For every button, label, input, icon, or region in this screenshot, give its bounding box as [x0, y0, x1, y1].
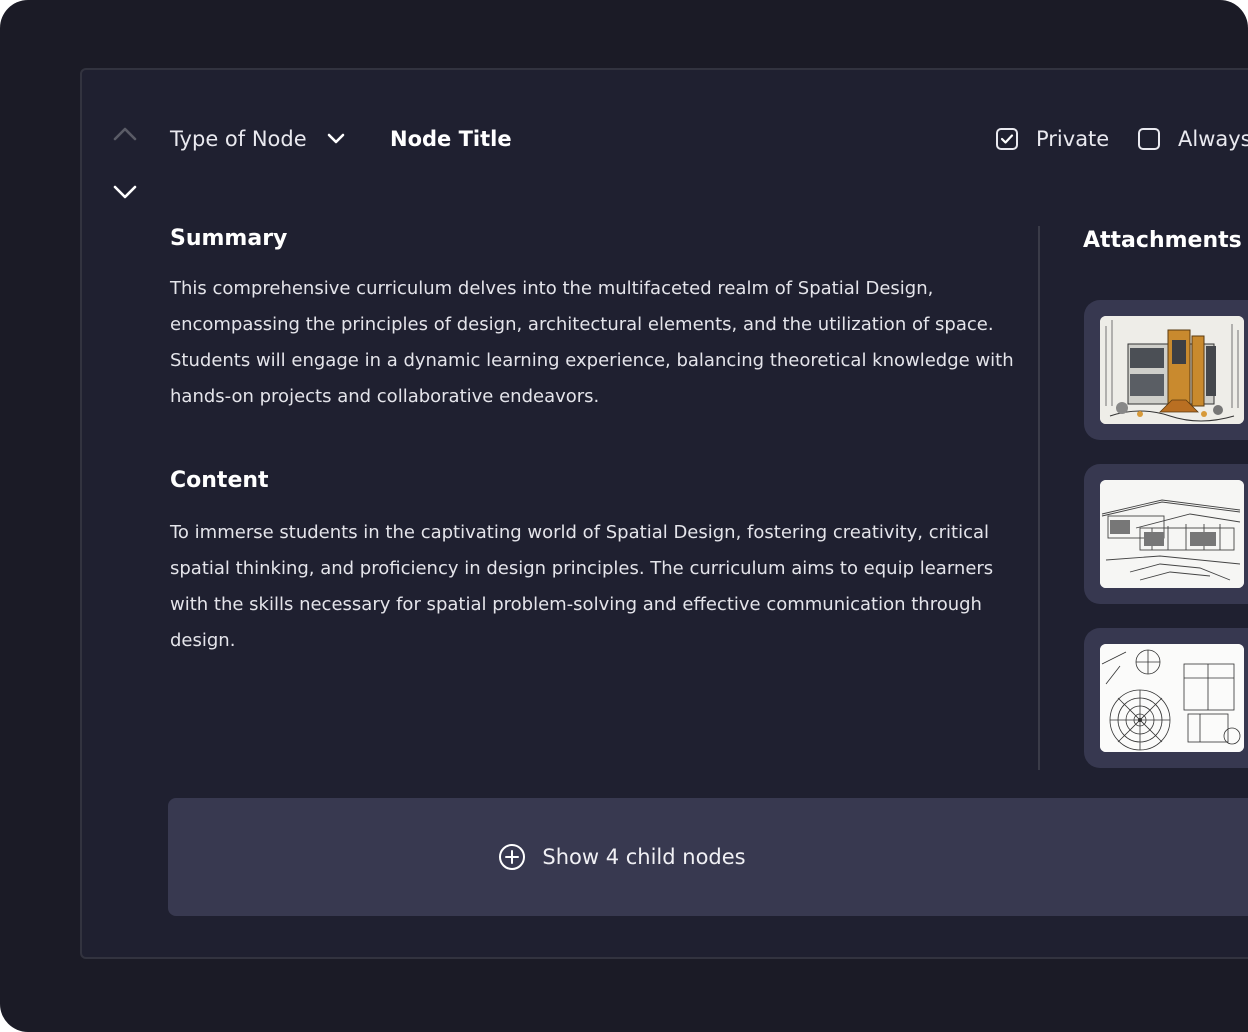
attachment-item[interactable]: [1084, 300, 1248, 440]
attachment-item[interactable]: [1084, 628, 1248, 768]
node-type-select[interactable]: Type of Node: [170, 122, 345, 156]
always-label: Always: [1178, 127, 1248, 151]
node-title[interactable]: Node Title: [390, 122, 512, 156]
vertical-divider: [1038, 226, 1040, 770]
plus-circle-icon: [498, 843, 526, 871]
chevron-up-icon: [113, 127, 137, 141]
attachments-heading: Attachments: [1083, 228, 1242, 253]
content-heading: Content: [170, 468, 269, 493]
private-checkbox[interactable]: Private: [996, 122, 1109, 156]
attachment-item[interactable]: [1084, 464, 1248, 604]
content-text[interactable]: To immerse students in the captivating w…: [170, 515, 1020, 659]
house-architecture-sketch-icon: [1100, 480, 1244, 588]
chevron-down-icon: [113, 185, 137, 199]
app-frame: Type of Node Node Title Private Always S…: [0, 0, 1248, 1032]
checkbox-unchecked-icon: [1138, 128, 1160, 150]
show-child-nodes-label: Show 4 child nodes: [542, 845, 746, 869]
summary-heading: Summary: [170, 226, 288, 251]
chevron-down-icon: [327, 133, 344, 144]
node-type-label: Type of Node: [170, 127, 307, 151]
summary-text[interactable]: This comprehensive curriculum delves int…: [170, 271, 1020, 415]
checkbox-checked-icon: [996, 128, 1018, 150]
modern-house-sketch-colored-icon: [1100, 316, 1244, 424]
floor-plan-drawing-icon: [1100, 644, 1244, 752]
show-child-nodes-button[interactable]: Show 4 child nodes: [168, 798, 1248, 916]
node-card: Type of Node Node Title Private Always S…: [80, 68, 1248, 959]
move-down-button[interactable]: [110, 180, 140, 204]
move-up-button[interactable]: [110, 122, 140, 146]
private-label: Private: [1036, 127, 1110, 151]
always-checkbox[interactable]: Always: [1138, 122, 1248, 156]
